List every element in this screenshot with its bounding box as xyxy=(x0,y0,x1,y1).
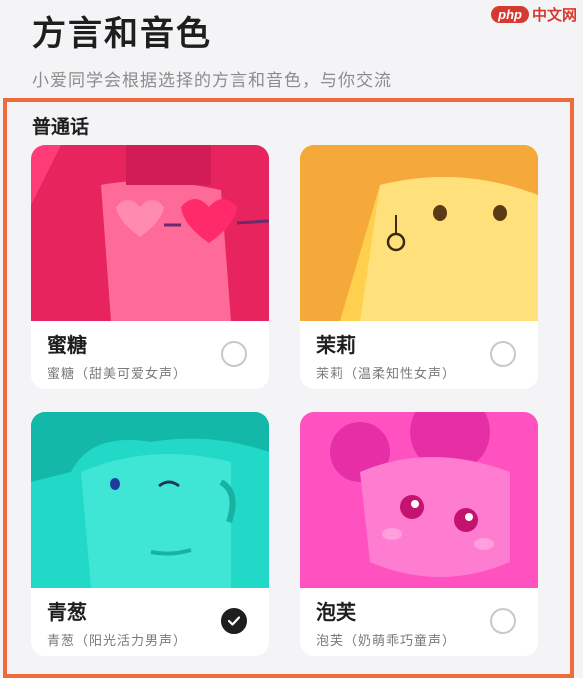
watermark-logo: php xyxy=(491,6,529,23)
voice-name: 青葱 xyxy=(47,600,87,624)
voice-name: 蜜糖 xyxy=(47,333,87,357)
radio-button[interactable] xyxy=(221,341,247,367)
voice-card-qingcong[interactable]: 青葱 青葱（阳光活力男声） xyxy=(31,412,269,656)
page-subtitle: 小爱同学会根据选择的方言和音色，与你交流 xyxy=(32,71,392,91)
voice-card-moli[interactable]: 茉莉 茉莉（温柔知性女声） xyxy=(300,145,538,389)
voice-card-mitang[interactable]: 蜜糖 蜜糖（甜美可爱女声） xyxy=(31,145,269,389)
mitang-portrait xyxy=(31,145,269,321)
qingcong-portrait xyxy=(31,412,269,588)
voice-name: 泡芙 xyxy=(316,600,356,624)
watermark: php 中文网 xyxy=(491,4,577,25)
voice-desc: 茉莉（温柔知性女声） xyxy=(316,367,457,382)
radio-button-selected[interactable] xyxy=(221,608,247,634)
checkmark-icon xyxy=(228,616,240,626)
section-title: 普通话 xyxy=(32,116,90,138)
watermark-text: 中文网 xyxy=(531,6,577,24)
voice-desc: 泡芙（奶萌乖巧童声） xyxy=(316,634,457,649)
voice-desc: 青葱（阳光活力男声） xyxy=(47,634,188,649)
moli-portrait xyxy=(300,145,538,321)
voice-desc: 蜜糖（甜美可爱女声） xyxy=(47,367,188,382)
radio-button[interactable] xyxy=(490,341,516,367)
page-title: 方言和音色 xyxy=(32,14,212,54)
voice-card-paofu[interactable]: 泡芙 泡芙（奶萌乖巧童声） xyxy=(300,412,538,656)
radio-button[interactable] xyxy=(490,608,516,634)
voice-name: 茉莉 xyxy=(316,333,356,357)
paofu-portrait xyxy=(300,412,538,588)
